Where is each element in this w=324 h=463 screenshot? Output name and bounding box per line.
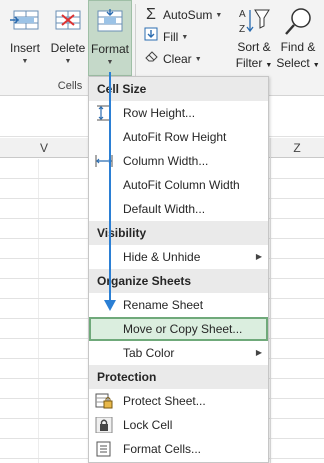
chevron-down-icon: ▼ xyxy=(194,56,202,64)
row-height-label: Row Height... xyxy=(123,106,196,120)
chevron-down-icon: ▼ xyxy=(21,58,29,65)
menu-item-autofit-column-width[interactable]: AutoFit Column Width xyxy=(89,173,268,197)
insert-label: Insert xyxy=(9,41,40,55)
menu-item-autofit-row-height[interactable]: AutoFit Row Height xyxy=(89,125,268,149)
sort-filter-button[interactable]: A Z Sort & Filter ▼ xyxy=(232,0,276,76)
autosum-label: AutoSum xyxy=(163,8,213,22)
menu-item-row-height[interactable]: Row Height... xyxy=(89,101,268,125)
column-z-label: Z xyxy=(293,141,301,155)
column-width-label: Column Width... xyxy=(123,154,209,168)
column-header-z[interactable]: Z xyxy=(270,138,324,158)
fill-button[interactable]: Fill ▼ xyxy=(143,27,188,46)
fill-label: Fill xyxy=(163,30,179,44)
format-label: Format xyxy=(90,42,129,56)
chevron-down-icon: ▼ xyxy=(312,62,320,69)
chevron-down-icon: ▼ xyxy=(215,12,223,20)
delete-label: Delete xyxy=(50,41,86,55)
menu-item-column-width[interactable]: Column Width... xyxy=(89,149,268,173)
menu-item-default-width[interactable]: Default Width... xyxy=(89,197,268,221)
menu-item-lock-cell[interactable]: Lock Cell xyxy=(89,413,268,437)
svg-text:A: A xyxy=(239,9,246,20)
row-height-icon xyxy=(95,105,113,121)
move-copy-sheet-label: Move or Copy Sheet... xyxy=(123,322,243,336)
format-cells-dialog-icon xyxy=(95,441,113,457)
section-protection: Protection xyxy=(89,365,268,389)
find-select-label-2: Select xyxy=(276,56,310,70)
sort-filter-icon: A Z xyxy=(237,6,271,39)
find-select-button[interactable]: Find & Select ▼ xyxy=(276,0,320,76)
rename-sheet-label: Rename Sheet xyxy=(123,298,204,312)
autofit-row-height-label: AutoFit Row Height xyxy=(123,130,227,144)
protect-sheet-label: Protect Sheet... xyxy=(123,394,206,408)
insert-button[interactable]: Insert ▼ xyxy=(4,0,46,76)
menu-item-tab-color[interactable]: Tab Color ▶ xyxy=(89,341,268,365)
hide-unhide-label: Hide & Unhide xyxy=(123,250,201,264)
autofit-column-width-label: AutoFit Column Width xyxy=(123,178,240,192)
chevron-down-icon: ▼ xyxy=(265,62,273,69)
clear-label: Clear xyxy=(163,52,192,66)
lock-cell-label: Lock Cell xyxy=(123,418,173,432)
delete-cells-icon xyxy=(52,6,84,37)
sort-filter-label-2: Filter xyxy=(235,56,263,70)
section-cell-size: Cell Size xyxy=(89,77,268,101)
column-v-label: V xyxy=(39,141,48,155)
format-dropdown-menu: Cell Size Row Height... AutoFit Row Heig… xyxy=(88,76,269,463)
insert-cells-icon xyxy=(8,6,42,37)
column-header-v[interactable]: V xyxy=(0,138,88,158)
submenu-arrow-icon: ▶ xyxy=(255,252,262,261)
eraser-icon xyxy=(143,49,159,69)
find-select-label-2-row: Select ▼ xyxy=(276,56,320,73)
lock-icon xyxy=(95,416,113,434)
delete-button[interactable]: Delete ▼ xyxy=(48,0,88,76)
menu-item-rename-sheet[interactable]: Rename Sheet xyxy=(89,293,268,317)
column-width-icon xyxy=(95,153,113,169)
format-cells-icon xyxy=(95,7,125,38)
tab-color-label: Tab Color xyxy=(123,346,175,360)
sigma-icon: Σ xyxy=(146,6,156,23)
menu-item-hide-unhide[interactable]: Hide & Unhide ▶ xyxy=(89,245,268,269)
svg-text:Z: Z xyxy=(239,24,245,35)
submenu-arrow-icon: ▶ xyxy=(255,348,262,357)
menu-item-move-copy-sheet[interactable]: Move or Copy Sheet... xyxy=(89,317,268,341)
section-visibility: Visibility xyxy=(89,221,268,245)
sort-filter-label-2-row: Filter ▼ xyxy=(232,56,276,73)
format-cells-label: Format Cells... xyxy=(123,442,202,456)
format-button[interactable]: Format ▼ xyxy=(88,0,132,76)
chevron-down-icon: ▼ xyxy=(181,34,189,42)
menu-item-format-cells[interactable]: Format Cells... xyxy=(89,437,268,461)
clear-button[interactable]: Clear ▼ xyxy=(143,49,202,68)
menu-item-protect-sheet[interactable]: Protect Sheet... xyxy=(89,389,268,413)
section-organize-sheets: Organize Sheets xyxy=(89,269,268,293)
chevron-down-icon: ▼ xyxy=(64,58,72,65)
default-width-label: Default Width... xyxy=(123,202,206,216)
find-select-label-1: Find & xyxy=(280,40,316,54)
sort-filter-label-1: Sort & xyxy=(237,40,271,54)
protect-sheet-icon xyxy=(95,393,113,409)
chevron-down-icon: ▼ xyxy=(106,59,114,66)
fill-down-icon xyxy=(143,27,159,47)
autosum-button[interactable]: Σ AutoSum ▼ xyxy=(143,5,222,24)
magnifier-icon xyxy=(282,6,314,41)
